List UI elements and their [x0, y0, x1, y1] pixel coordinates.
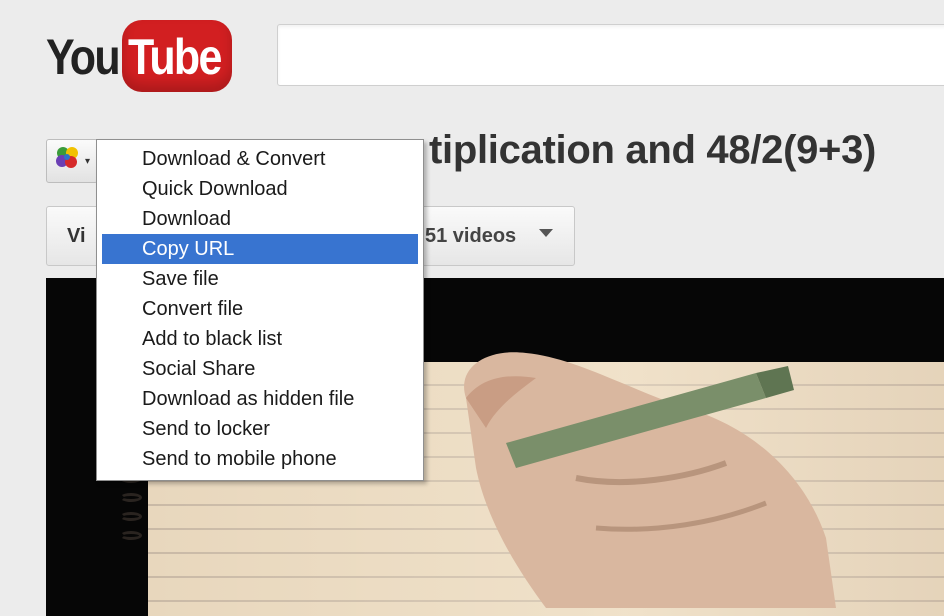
chevron-down-icon: ▾: [85, 156, 91, 167]
playlist-videos-button[interactable]: 51 videos: [418, 206, 575, 266]
video-title: tiplication and 48/2(9+3): [429, 128, 877, 172]
menu-item-save-file[interactable]: Save file: [102, 264, 418, 294]
menu-item-convert-file[interactable]: Convert file: [102, 294, 418, 324]
video-frame-hand: [464, 352, 836, 608]
menu-item-send-to-mobile-phone[interactable]: Send to mobile phone: [102, 444, 418, 474]
search-input[interactable]: [277, 24, 944, 86]
downloader-context-menu: Download & Convert Quick Download Download…: [96, 139, 424, 481]
youtube-logo[interactable]: You Tube: [46, 17, 236, 99]
menu-item-add-to-black-list[interactable]: Add to black list: [102, 324, 418, 354]
menu-item-send-to-locker[interactable]: Send to locker: [102, 414, 418, 444]
menu-item-copy-url[interactable]: Copy URL: [102, 234, 418, 264]
menu-item-download-as-hidden-file[interactable]: Download as hidden file: [102, 384, 418, 414]
colored-circles-icon: [56, 147, 78, 168]
logo-text-tube: Tube: [128, 29, 222, 85]
menu-item-social-share[interactable]: Social Share: [102, 354, 418, 384]
menu-item-download-and-convert[interactable]: Download & Convert: [102, 144, 418, 174]
menu-item-quick-download[interactable]: Quick Download: [102, 174, 418, 204]
menu-item-download[interactable]: Download: [102, 204, 418, 234]
chevron-down-icon: [539, 229, 553, 237]
downloader-extension-button[interactable]: ▾: [46, 139, 98, 183]
toolbar-button-left-label: Vi: [67, 225, 86, 247]
logo-text-you: You: [46, 29, 121, 85]
playlist-videos-label: 51 videos: [425, 225, 517, 247]
